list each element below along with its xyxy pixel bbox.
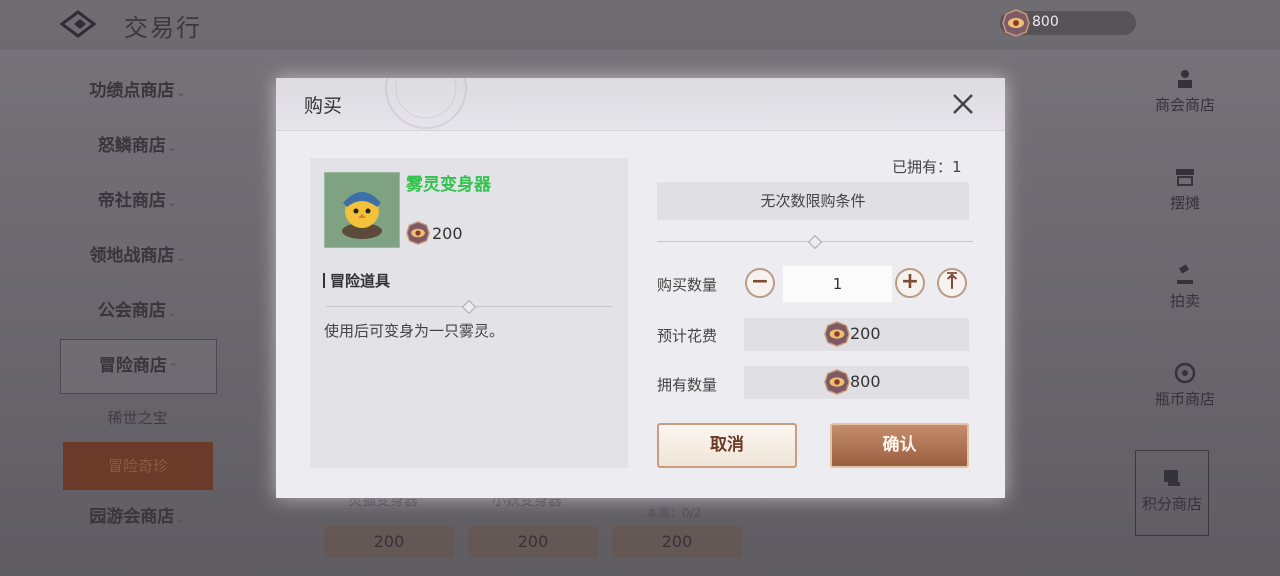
auction-hammer-icon [1177, 264, 1193, 284]
nav-item-territory-shop[interactable]: 领地战商店 ⌄ [60, 229, 215, 284]
compass-watermark-icon [385, 78, 467, 129]
eye-coin-icon [1002, 9, 1030, 37]
item-category: 冒险道具 [322, 270, 390, 291]
nav-sub-adventure-treasure[interactable]: 冒险奇珍 [63, 442, 213, 490]
top-bar: 交易行 800 [0, 0, 1280, 50]
decrease-quantity-button[interactable]: − [745, 268, 775, 298]
trade-mode-nav: 商会商店 摆摊 拍卖 瓶币商店 积分商店 [1135, 58, 1235, 536]
weekly-limit-text: 本周：0/2 [646, 506, 702, 520]
bg-price-tile[interactable]: 200 [612, 526, 742, 558]
dialog-title: 购买 [304, 95, 343, 117]
eye-coin-icon [406, 221, 430, 245]
dialog-header: 购买 [276, 78, 1005, 131]
chevron-down-icon: ⌄ [176, 251, 186, 264]
increase-quantity-button[interactable]: + [895, 268, 925, 298]
divider-diamond-icon [807, 234, 823, 250]
nav-points-shop[interactable]: 积分商店 [1135, 450, 1209, 536]
fog-spirit-icon [342, 192, 382, 239]
chevron-down-icon: ⌄ [176, 86, 186, 99]
purchase-dialog: 购买 雾灵变身器 200 冒险道具 使用后可变身为一只雾灵。 已拥有：1 无次数… [276, 78, 1005, 498]
nav-item-fair-shop[interactable]: 园游会商店 ⌄ [60, 490, 215, 545]
nav-item-scale-shop[interactable]: 怒鳞商店 ⌄ [60, 119, 215, 174]
coin-shop-icon [1174, 362, 1196, 384]
currency-display: 800 [1000, 9, 1136, 37]
nav-sub-rare-treasure[interactable]: 稀世之宝 [60, 394, 215, 442]
item-image [324, 172, 400, 248]
nav-merchant-shop[interactable]: 商会商店 [1135, 68, 1235, 156]
item-name: 雾灵变身器 [406, 175, 491, 195]
nav-item-emperor-shop[interactable]: 帝社商店 ⌄ [60, 174, 215, 229]
nav-coin-shop[interactable]: 瓶币商店 [1135, 362, 1235, 450]
purchase-limit-box: 无次数限购条件 [657, 182, 969, 220]
chevron-down-icon: ⌄ [167, 306, 178, 319]
chevron-down-icon: ⌄ [167, 141, 178, 154]
max-quantity-button[interactable]: ⤒ [937, 268, 967, 298]
eye-coin-icon [824, 321, 850, 347]
nav-auction[interactable]: 拍卖 [1135, 264, 1235, 352]
nav-item-merit-shop[interactable]: 功绩点商店 ⌄ [60, 64, 215, 119]
cost-value-box: 200 [744, 318, 969, 351]
page-title: 交易行 [124, 14, 202, 42]
nav-stall[interactable]: 摆摊 [1135, 166, 1235, 254]
cost-label: 预计花费 [657, 327, 718, 345]
owned-count: 已拥有：1 [892, 158, 962, 176]
close-icon[interactable] [951, 92, 975, 116]
holding-value-box: 800 [744, 366, 969, 399]
shop-category-nav: 功绩点商店 ⌄ 怒鳞商店 ⌄ 帝社商店 ⌄ 领地战商店 ⌄ 公会商店 ⌄ 冒险商店 ⌃ 稀世… [60, 64, 217, 545]
quantity-label: 购买数量 [657, 276, 718, 294]
bg-price-tile[interactable]: 200 [468, 526, 598, 558]
points-shop-icon [1164, 470, 1180, 486]
confirm-button[interactable]: 确认 [830, 423, 969, 468]
holding-label: 拥有数量 [657, 376, 718, 394]
back-icon[interactable] [60, 10, 96, 38]
currency-amount: 800 [1032, 14, 1059, 30]
eye-coin-icon [824, 369, 850, 395]
item-detail-card: 雾灵变身器 200 冒险道具 使用后可变身为一只雾灵。 [310, 158, 628, 468]
divider-diamond-icon [461, 299, 477, 315]
holding-value: 800 [850, 372, 881, 391]
stall-icon [1176, 169, 1194, 186]
chevron-down-icon: ⌄ [167, 196, 178, 209]
cost-value: 200 [850, 324, 881, 343]
nav-item-guild-shop[interactable]: 公会商店 ⌄ [60, 284, 215, 339]
nav-item-adventure-shop[interactable]: 冒险商店 ⌃ [60, 339, 217, 394]
merchant-icon [1178, 70, 1192, 88]
chevron-up-icon: ⌃ [168, 361, 179, 374]
chevron-down-icon: ⌄ [176, 512, 186, 525]
cancel-button[interactable]: 取消 [657, 423, 797, 468]
quantity-input[interactable] [783, 266, 892, 302]
bg-price-tile[interactable]: 200 [324, 526, 454, 558]
item-description: 使用后可变身为一只雾灵。 [324, 322, 505, 340]
